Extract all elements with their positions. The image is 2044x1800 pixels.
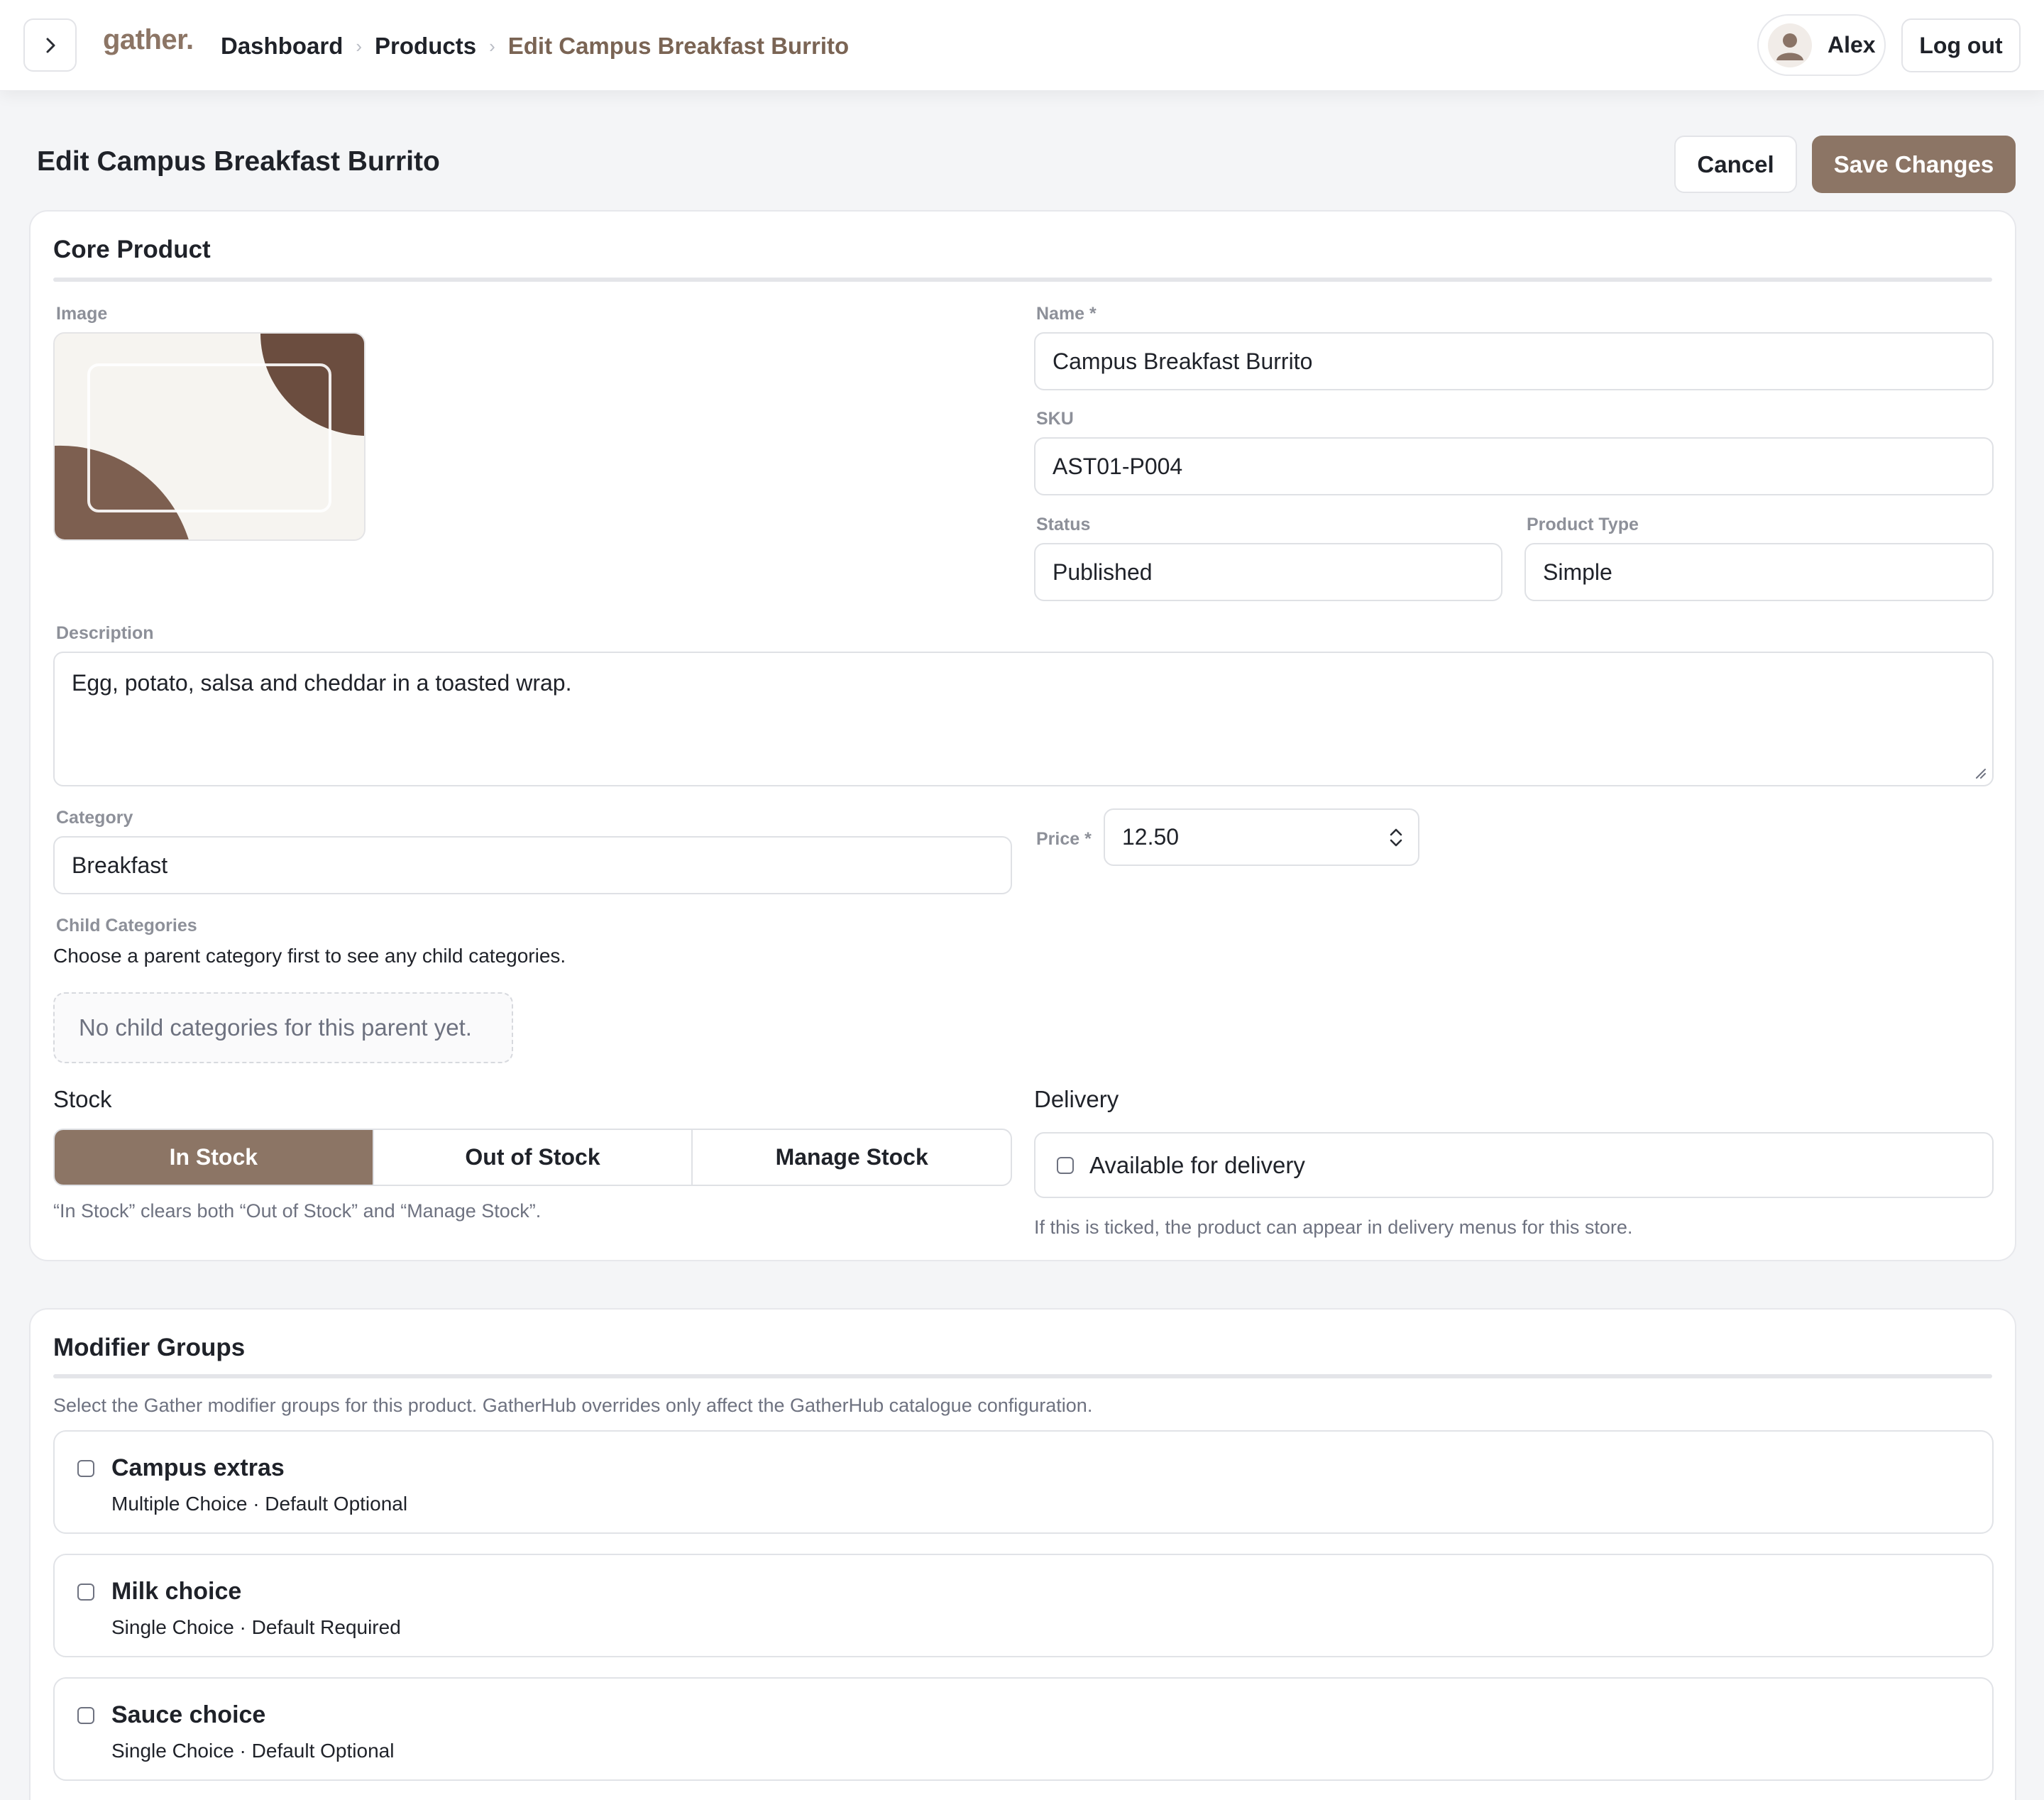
page-title: Edit Campus Breakfast Burrito [37, 146, 440, 177]
modifier-group-checkbox[interactable] [77, 1460, 94, 1477]
modifier-group-name: Milk choice [111, 1578, 242, 1605]
child-categories-empty-state: No child categories for this parent yet. [53, 992, 513, 1063]
description-textarea[interactable]: Egg, potato, salsa and cheddar in a toas… [53, 652, 1994, 786]
modifier-group-name: Sauce choice [111, 1701, 266, 1728]
modifier-groups-card: Modifier Groups Select the Gather modifi… [29, 1308, 2016, 1800]
stock-option-in-stock[interactable]: In Stock [55, 1130, 373, 1185]
status-select[interactable]: Published [1034, 543, 1502, 601]
stock-label: Stock [53, 1086, 112, 1112]
divider [53, 1374, 1992, 1378]
breadcrumb-dashboard[interactable]: Dashboard [221, 33, 343, 60]
image-label: Image [56, 304, 108, 324]
breadcrumb-separator: › [356, 35, 363, 57]
product-type-label: Product Type [1527, 515, 1639, 534]
modifier-group-item[interactable]: Milk choice Single Choice · Default Requ… [53, 1554, 1994, 1657]
child-categories-label: Child Categories [56, 916, 197, 935]
breadcrumb-separator: › [489, 35, 495, 57]
name-input[interactable]: Campus Breakfast Burrito [1034, 332, 1994, 390]
user-menu[interactable]: Alex [1757, 14, 1886, 76]
product-type-select[interactable]: Simple [1524, 543, 1994, 601]
core-product-card: Core Product Image Name * Campus Breakfa… [29, 210, 2016, 1261]
modifier-group-name: Campus extras [111, 1454, 285, 1481]
resize-grip-icon[interactable] [1972, 765, 1987, 779]
product-image[interactable] [53, 332, 366, 541]
card-title-modifier-groups: Modifier Groups [53, 1334, 246, 1361]
category-select[interactable]: Breakfast [53, 836, 1012, 894]
description-text: Egg, potato, salsa and cheddar in a toas… [72, 670, 572, 696]
child-categories-help: Choose a parent category first to see an… [53, 945, 566, 967]
sidebar-toggle-button[interactable] [23, 18, 77, 72]
modifier-group-item[interactable]: Campus extras Multiple Choice · Default … [53, 1430, 1994, 1534]
price-label: Price * [1036, 829, 1092, 849]
delivery-checkbox-label: Available for delivery [1089, 1151, 1305, 1178]
modifier-group-meta: Single Choice · Default Optional [111, 1740, 395, 1762]
image-placeholder-icon [55, 334, 364, 539]
modifier-group-item[interactable]: Sauce choice Single Choice · Default Opt… [53, 1677, 1994, 1781]
breadcrumb-current: Edit Campus Breakfast Burrito [507, 33, 850, 59]
modifier-groups-description: Select the Gather modifier groups for th… [53, 1395, 1093, 1416]
stock-option-manage-stock[interactable]: Manage Stock [691, 1130, 1011, 1185]
price-input[interactable]: 12.50 [1104, 808, 1419, 866]
stock-help: “In Stock” clears both “Out of Stock” an… [53, 1200, 542, 1222]
delivery-toggle[interactable]: Available for delivery [1034, 1132, 1994, 1198]
sku-input[interactable]: AST01-P004 [1034, 437, 1994, 495]
stock-segmented-control: In Stock Out of Stock Manage Stock [53, 1129, 1012, 1186]
card-title-core-product: Core Product [53, 236, 211, 263]
delivery-checkbox[interactable] [1057, 1156, 1074, 1174]
divider [53, 278, 1992, 282]
sku-label: SKU [1036, 409, 1074, 429]
status-label: Status [1036, 515, 1091, 534]
cancel-button[interactable]: Cancel [1674, 136, 1797, 193]
stock-option-out-of-stock[interactable]: Out of Stock [372, 1130, 692, 1185]
logout-button[interactable]: Log out [1901, 18, 2021, 72]
app-logo[interactable]: gather. [103, 24, 194, 56]
description-label: Description [56, 623, 154, 643]
modifier-group-checkbox[interactable] [77, 1584, 94, 1601]
category-label: Category [56, 808, 133, 828]
chevron-right-icon [46, 38, 55, 53]
top-bar: gather. Dashboard › Products › Edit Camp… [0, 0, 2044, 91]
name-label: Name * [1036, 304, 1097, 324]
save-changes-button[interactable]: Save Changes [1812, 136, 2016, 193]
breadcrumb: Dashboard › Products › Edit Campus Break… [221, 28, 849, 64]
breadcrumb-products[interactable]: Products [375, 33, 476, 60]
modifier-group-meta: Multiple Choice · Default Optional [111, 1493, 408, 1515]
modifier-group-checkbox[interactable] [77, 1707, 94, 1724]
up-down-stepper-icon[interactable] [1388, 825, 1404, 850]
user-avatar-icon [1768, 23, 1812, 67]
price-value: 12.50 [1122, 824, 1180, 850]
delivery-label: Delivery [1034, 1086, 1119, 1112]
modifier-group-meta: Single Choice · Default Required [111, 1616, 401, 1638]
delivery-help: If this is ticked, the product can appea… [1034, 1217, 1633, 1238]
user-name: Alex [1828, 32, 1876, 57]
